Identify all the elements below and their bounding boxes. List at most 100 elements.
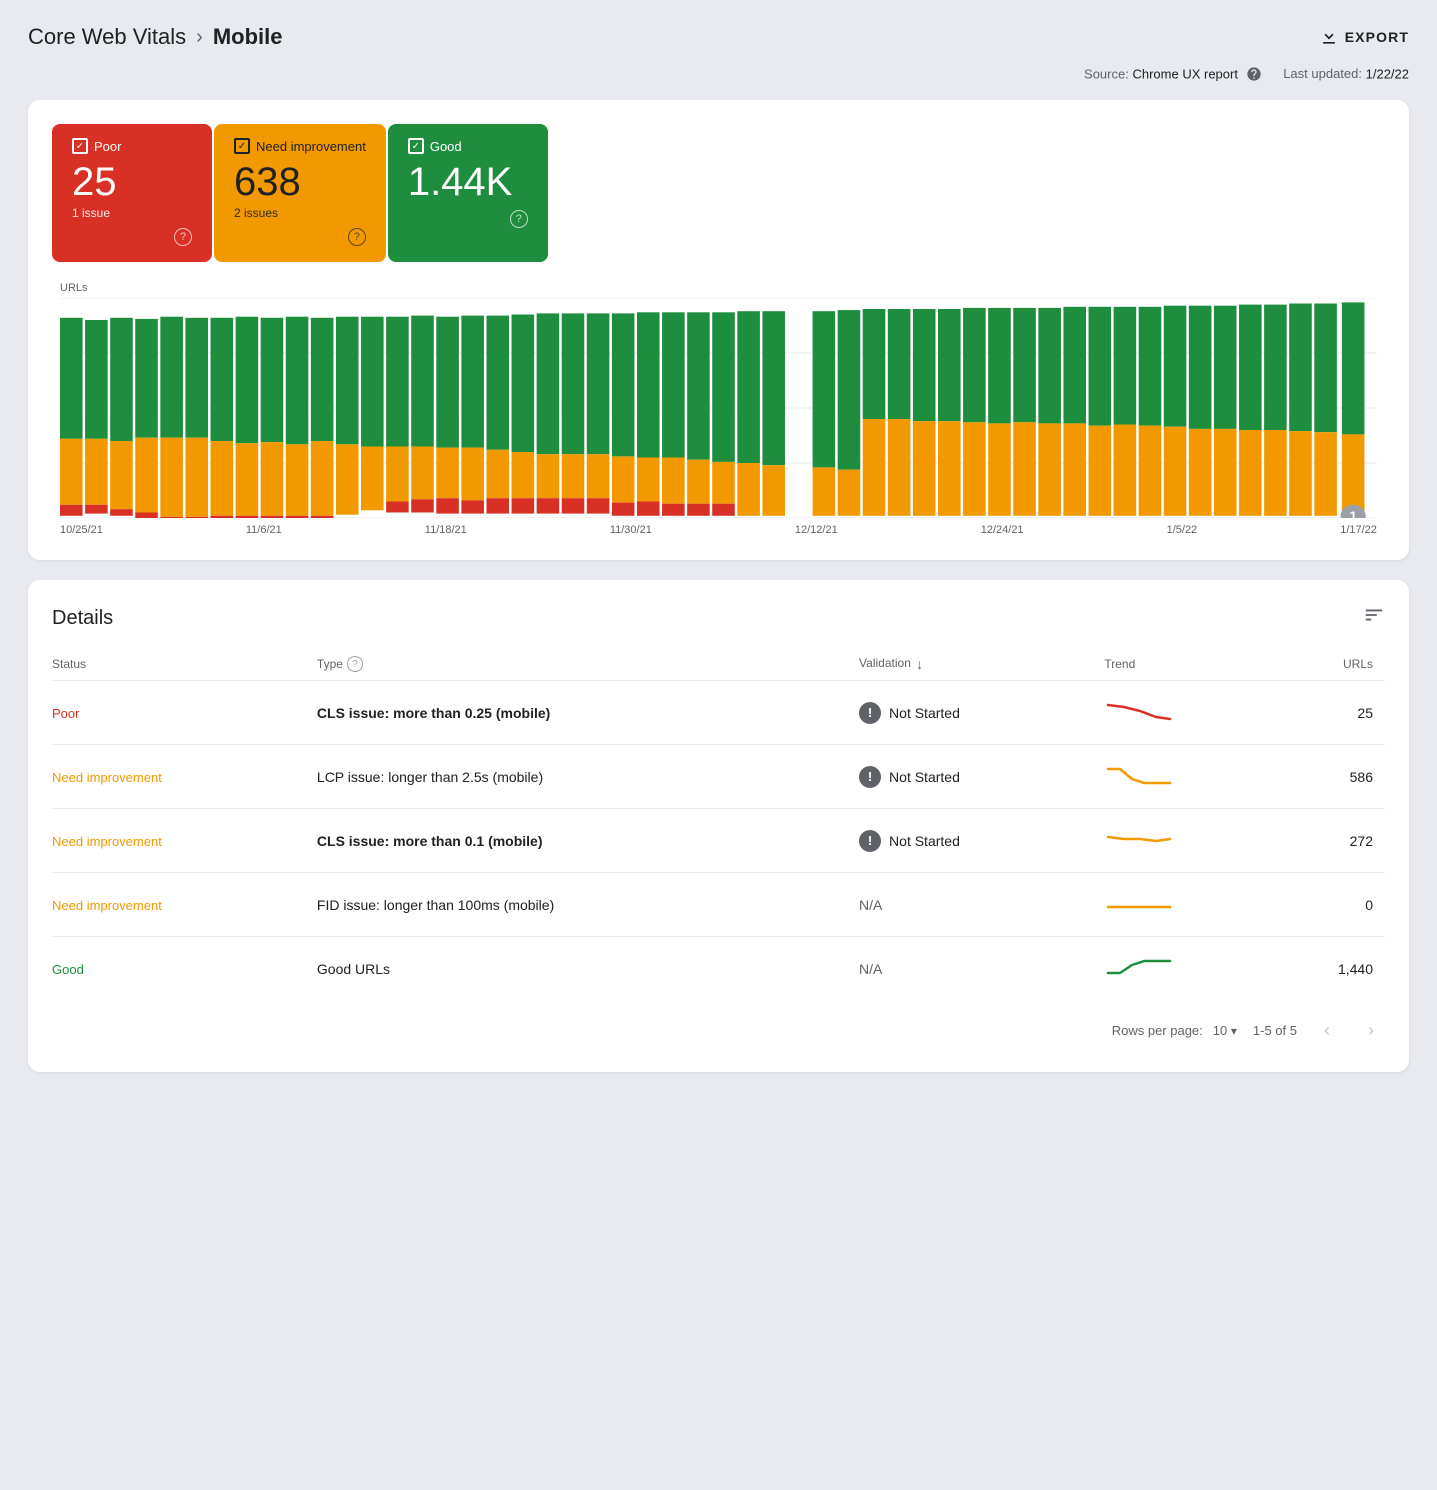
prev-page-button[interactable]: ‹ (1313, 1016, 1341, 1044)
good-label: Good (430, 139, 462, 154)
poor-number: 25 (72, 162, 192, 202)
filter-icon[interactable] (1363, 604, 1385, 632)
rows-per-page-value[interactable]: 10 ▾ (1213, 1023, 1237, 1038)
rows-per-page-label: Rows per page: (1112, 1023, 1203, 1038)
poor-issues: 1 issue (72, 206, 192, 220)
need-number: 638 (234, 162, 366, 202)
good-summary-box[interactable]: ✓ Good 1.44K ? (388, 124, 548, 262)
row-validation: ! Not Started (859, 745, 1104, 809)
need-help-icon: ? (348, 228, 366, 246)
poor-check-icon: ✓ (72, 138, 88, 154)
x-label-2: 11/18/21 (425, 524, 467, 536)
row-urls: 0 (1283, 873, 1385, 937)
row-trend (1104, 809, 1282, 873)
row-validation: N/A (859, 873, 1104, 937)
row-type: FID issue: longer than 100ms (mobile) (317, 873, 859, 937)
need-summary-box[interactable]: ✓ Need improvement 638 2 issues ? (214, 124, 386, 262)
type-help-icon: ? (347, 656, 363, 672)
poor-help-icon: ? (174, 228, 192, 246)
breadcrumb-separator: › (196, 26, 203, 49)
row-status: Need improvement (52, 745, 317, 809)
chart-x-labels: 10/25/21 11/6/21 11/18/21 11/30/21 12/12… (60, 524, 1377, 536)
row-trend (1104, 745, 1282, 809)
page-range: 1-5 of 5 (1253, 1023, 1297, 1038)
validation-icon: ! (859, 830, 881, 852)
row-trend (1104, 681, 1282, 745)
last-updated-date: 1/22/22 (1366, 66, 1409, 81)
source-bar: Source: Chrome UX report Last updated: 1… (28, 66, 1409, 84)
details-card: Details Status Type ? (28, 580, 1409, 1072)
export-button[interactable]: EXPORT (1319, 27, 1409, 47)
rows-per-page: Rows per page: 10 ▾ (1112, 1023, 1237, 1038)
row-urls: 586 (1283, 745, 1385, 809)
chart-y-label: URLs (60, 282, 1377, 294)
next-page-button[interactable]: › (1357, 1016, 1385, 1044)
col-urls: URLs (1283, 648, 1385, 681)
need-check-icon: ✓ (234, 138, 250, 154)
table-row: Need improvement FID issue: longer than … (52, 873, 1385, 937)
details-table: Status Type ? Validation ↓ Trend (52, 648, 1385, 1000)
last-updated-label: Last updated: (1283, 66, 1362, 81)
row-status: Good (52, 937, 317, 1001)
details-title: Details (52, 607, 113, 630)
row-status: Need improvement (52, 809, 317, 873)
table-row: Need improvement CLS issue: more than 0.… (52, 809, 1385, 873)
row-type: CLS issue: more than 0.1 (mobile) (317, 809, 859, 873)
chart-card: ✓ Poor 25 1 issue ? ✓ Need improvement 6… (28, 100, 1409, 560)
trend-line-need-cls (1104, 825, 1174, 853)
x-label-1: 11/6/21 (246, 524, 282, 536)
col-status: Status (52, 648, 317, 681)
row-urls: 272 (1283, 809, 1385, 873)
need-label: Need improvement (256, 139, 366, 154)
row-type: LCP issue: longer than 2.5s (mobile) (317, 745, 859, 809)
good-help-icon: ? (510, 210, 528, 228)
breadcrumb-root[interactable]: Core Web Vitals (28, 24, 186, 50)
validation-icon: ! (859, 702, 881, 724)
poor-summary-box[interactable]: ✓ Poor 25 1 issue ? (52, 124, 212, 262)
good-number: 1.44K (408, 162, 528, 202)
row-validation: ! Not Started (859, 809, 1104, 873)
poor-label: Poor (94, 139, 121, 154)
row-type: CLS issue: more than 0.25 (mobile) (317, 681, 859, 745)
x-label-4: 12/12/21 (795, 524, 838, 536)
filter-svg-icon (1363, 604, 1385, 626)
col-validation[interactable]: Validation ↓ (859, 648, 1104, 681)
x-label-0: 10/25/21 (60, 524, 103, 536)
row-status: Need improvement (52, 873, 317, 937)
x-label-6: 1/5/22 (1167, 524, 1198, 536)
chart-container[interactable]: 2.3K 750 0 (60, 298, 1377, 518)
good-check-icon: ✓ (408, 138, 424, 154)
page-header: Core Web Vitals › Mobile EXPORT (28, 24, 1409, 50)
col-trend: Trend (1104, 648, 1282, 681)
trend-line-need-fid (1104, 889, 1174, 917)
row-validation: N/A (859, 937, 1104, 1001)
need-issues: 2 issues (234, 206, 366, 220)
source-name: Chrome UX report (1132, 66, 1237, 81)
sort-arrow-icon: ↓ (916, 656, 923, 672)
details-header: Details (52, 604, 1385, 632)
row-type: Good URLs (317, 937, 859, 1001)
row-status: Poor (52, 681, 317, 745)
table-row: Poor CLS issue: more than 0.25 (mobile) … (52, 681, 1385, 745)
chart-area: URLs 2.3K 750 0 (52, 282, 1385, 536)
x-label-3: 11/30/21 (610, 524, 652, 536)
summary-boxes: ✓ Poor 25 1 issue ? ✓ Need improvement 6… (52, 124, 1385, 262)
download-icon (1319, 27, 1339, 47)
x-label-5: 12/24/21 (981, 524, 1024, 536)
trend-line-poor (1104, 697, 1174, 725)
row-trend (1104, 873, 1282, 937)
row-trend (1104, 937, 1282, 1001)
col-type: Type ? (317, 648, 859, 681)
help-icon (1246, 66, 1262, 82)
breadcrumb: Core Web Vitals › Mobile (28, 24, 283, 50)
breadcrumb-current: Mobile (213, 24, 283, 50)
chart-svg: 2.3K 750 0 (60, 298, 1377, 518)
table-row: Good Good URLs N/A 1,440 (52, 937, 1385, 1001)
x-label-7: 1/17/22 (1340, 524, 1377, 536)
trend-line-need-lcp (1104, 761, 1174, 789)
rows-dropdown-arrow: ▾ (1231, 1024, 1237, 1038)
row-urls: 1,440 (1283, 937, 1385, 1001)
row-validation: ! Not Started (859, 681, 1104, 745)
svg-text:1: 1 (1349, 509, 1357, 518)
pagination: Rows per page: 10 ▾ 1-5 of 5 ‹ › (52, 1000, 1385, 1048)
